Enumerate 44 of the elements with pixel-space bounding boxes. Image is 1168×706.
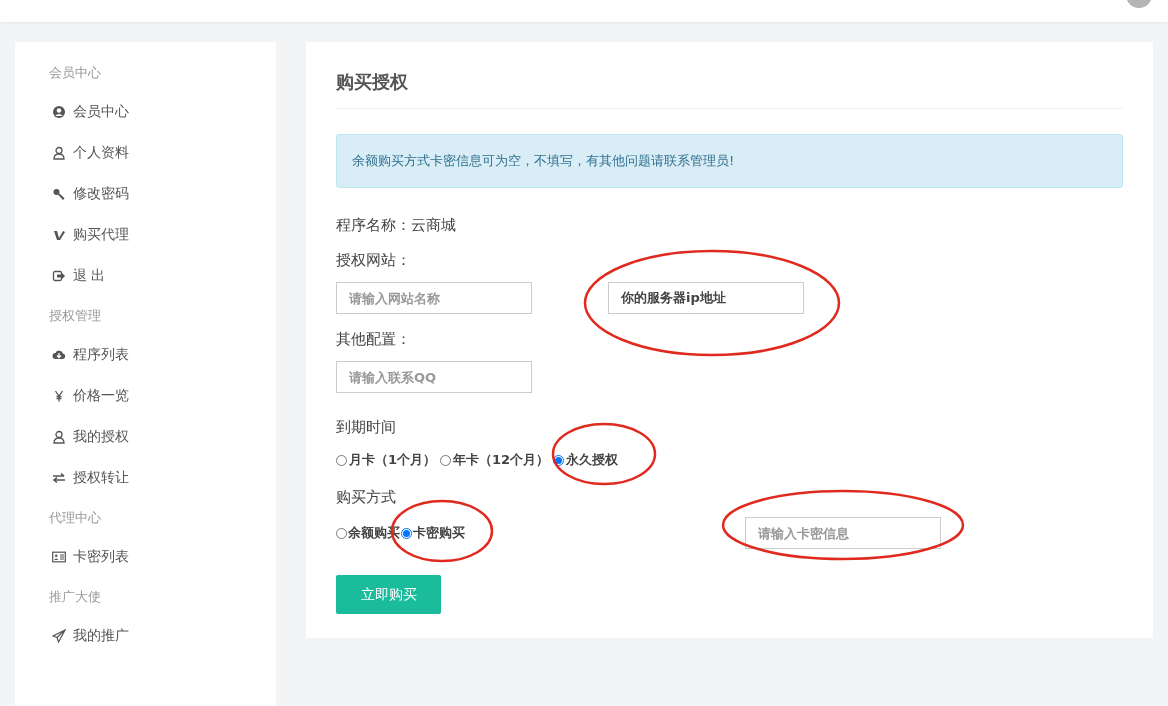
sidebar-group-title: 会员中心 — [49, 64, 102, 82]
field-label: 到期时间 — [336, 417, 397, 437]
plane-icon — [52, 628, 66, 643]
sidebar-group-title: 推广大使 — [49, 588, 102, 606]
sidebar-item[interactable]: 退 出 — [52, 264, 276, 287]
sidebar-item[interactable]: 个人资料 — [52, 141, 276, 164]
info-alert: 余额购买方式卡密信息可为空，不填写，有其他问题请联系管理员! — [336, 134, 1123, 188]
sidebar-item[interactable]: 价格一览 — [52, 384, 276, 407]
sidebar-item[interactable]: 授权转让 — [52, 466, 276, 489]
card-code-field[interactable]: 请输入卡密信息 — [745, 517, 941, 549]
key-icon — [52, 186, 66, 201]
radio-option[interactable]: 月卡（1个月） — [336, 451, 437, 469]
radio-option[interactable]: 卡密购买 — [401, 524, 465, 542]
sidebar-item[interactable]: 程序列表 — [52, 343, 276, 366]
sidebar-item[interactable]: 修改密码 — [52, 182, 276, 205]
radio-button[interactable] — [336, 454, 347, 466]
card-icon — [52, 549, 66, 564]
page-title: 购买授权 — [336, 70, 1123, 109]
radio-button[interactable] — [553, 454, 565, 466]
field-label: 购买方式 — [336, 487, 397, 507]
transfer-icon — [52, 470, 66, 485]
radio-button[interactable] — [440, 454, 452, 466]
account-icon — [52, 104, 66, 119]
sidebar-item[interactable]: 卡密列表 — [52, 545, 276, 568]
person-icon — [52, 429, 66, 444]
server-ip-field[interactable]: 你的服务器ip地址 — [608, 282, 804, 314]
radio-option[interactable]: 年卡（12个月） — [440, 451, 550, 469]
program-name: 程序名称：云商城 — [336, 215, 457, 235]
logout-icon — [52, 268, 66, 283]
field-label: 其他配置： — [336, 329, 412, 349]
yen-icon — [52, 388, 66, 403]
site-name-field[interactable]: 请输入网站名称 — [336, 282, 532, 314]
sidebar-item[interactable]: 会员中心 — [52, 100, 276, 123]
sidebar-group-title: 代理中心 — [49, 509, 102, 527]
sidebar-item[interactable]: 我的授权 — [52, 425, 276, 448]
radio-button[interactable] — [401, 527, 412, 539]
person-icon — [52, 145, 66, 160]
sidebar-group-title: 授权管理 — [49, 307, 102, 325]
radio-button[interactable] — [336, 527, 347, 539]
field-label: 授权网站： — [336, 250, 412, 270]
qq-field[interactable]: 请输入联系QQ — [336, 361, 532, 393]
radio-option[interactable]: 永久授权 — [553, 451, 619, 469]
sidebar-item[interactable]: 购买代理 — [52, 223, 276, 246]
sidebar-item[interactable]: 我的推广 — [52, 624, 276, 647]
